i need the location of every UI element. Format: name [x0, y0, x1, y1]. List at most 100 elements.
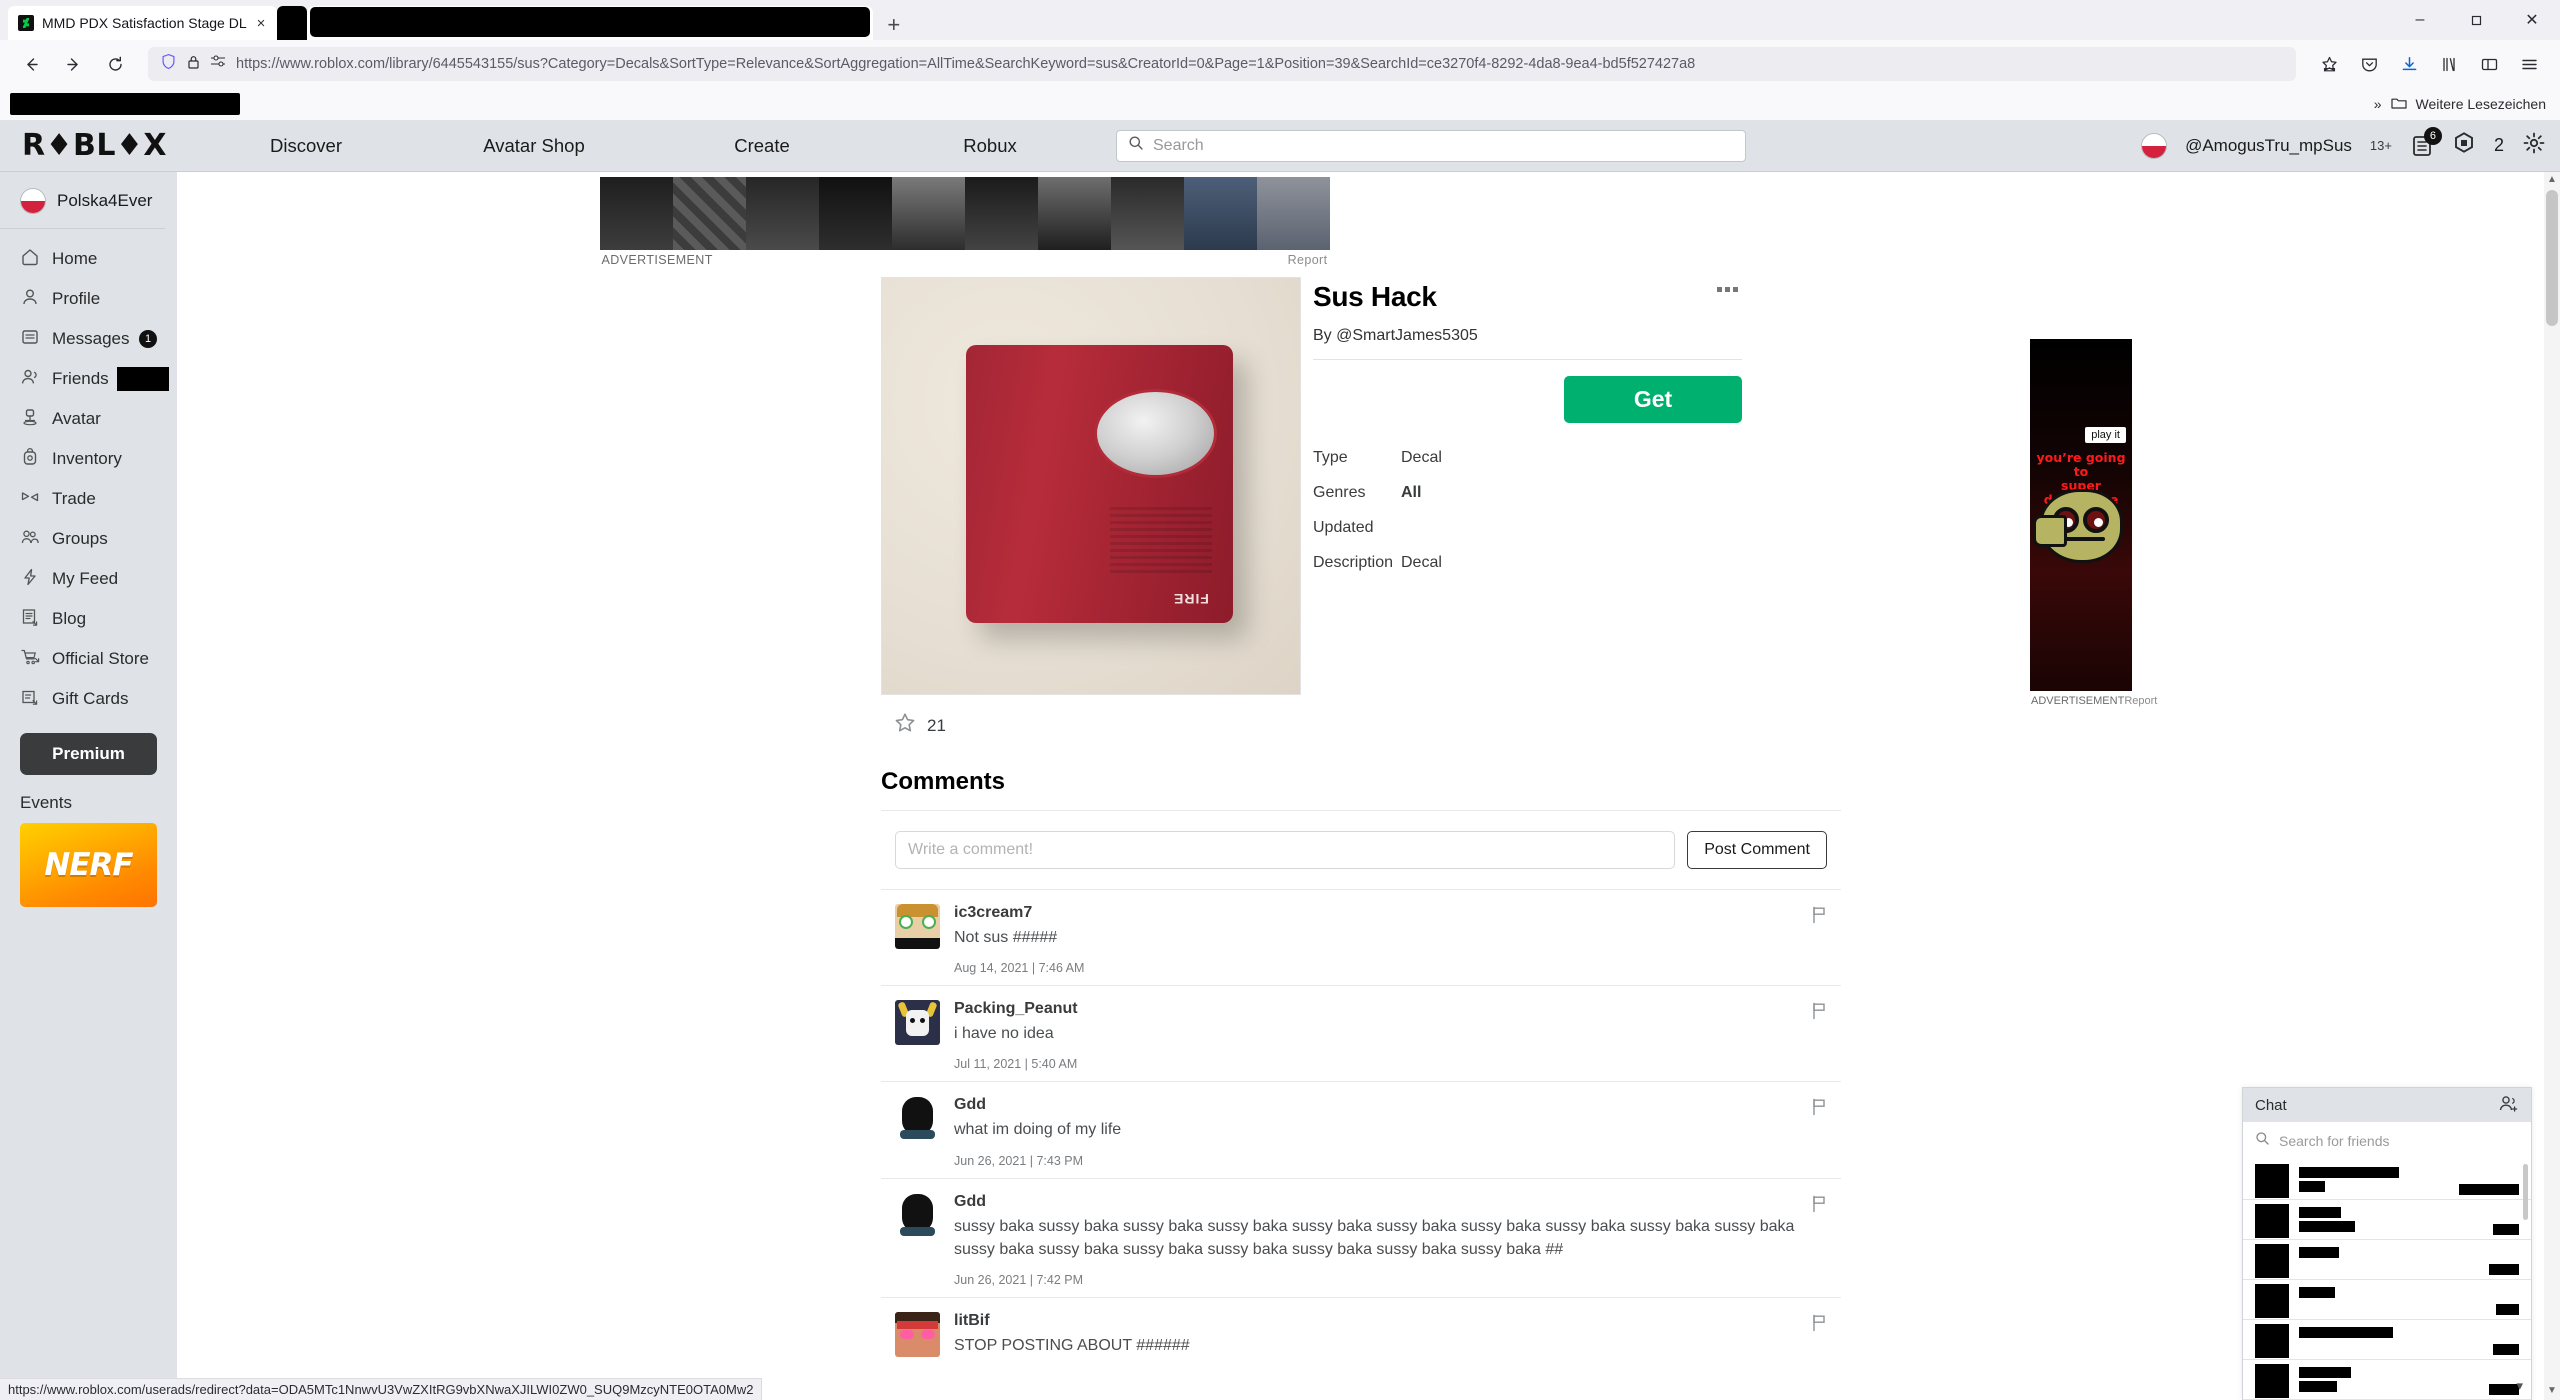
gdd-avatar[interactable] [895, 1192, 940, 1238]
scrollbar-thumb[interactable] [2546, 190, 2558, 326]
comment-author[interactable]: Packing_Peanut [954, 1000, 1827, 1018]
report-flag-icon[interactable] [1811, 1098, 1827, 1121]
nav-avatar-shop[interactable]: Avatar Shop [420, 135, 648, 157]
sidebar-item-messages[interactable]: Messages 1 [0, 319, 177, 359]
post-comment-button[interactable]: Post Comment [1687, 831, 1827, 869]
address-bar[interactable]: https://www.roblox.com/library/644554315… [148, 47, 2296, 81]
page-scrollbar[interactable]: ▲ ▼ [2544, 172, 2560, 1400]
permissions-icon[interactable] [210, 54, 227, 74]
sidebar-item-avatar[interactable]: Avatar [0, 399, 177, 439]
comment-author[interactable]: litBif [954, 1312, 1827, 1330]
sidebar-item-inventory[interactable]: Inventory [0, 439, 177, 479]
sidebar-icon[interactable] [2470, 47, 2508, 81]
advertisement-label: ADVERTISEMENT [2031, 695, 2125, 707]
reload-icon[interactable] [96, 47, 134, 81]
bookmarks-overflow[interactable]: » Weitere Lesezeichen [2374, 96, 2546, 113]
url-text: https://www.roblox.com/library/644554315… [236, 56, 1696, 72]
report-flag-icon[interactable] [1811, 1002, 1827, 1025]
chat-friend-row[interactable] [2243, 1200, 2531, 1240]
bookmark-star-icon[interactable] [2310, 47, 2348, 81]
sidebar-user[interactable]: Polska4Ever [0, 182, 165, 229]
gear-icon[interactable] [2522, 131, 2546, 160]
report-flag-icon[interactable] [1811, 906, 1827, 929]
other-bookmarks-label[interactable]: Weitere Lesezeichen [2416, 96, 2546, 112]
back-icon[interactable] [12, 47, 50, 81]
account-username[interactable]: @AmogusTru_mpSus [2185, 136, 2352, 156]
premium-button[interactable]: Premium [20, 733, 157, 775]
chat-friend-row[interactable] [2243, 1280, 2531, 1320]
item-thumbnail[interactable]: FIRE [881, 277, 1301, 695]
envelope-icon [20, 327, 40, 352]
search-input[interactable] [1153, 136, 1734, 155]
chat-friend-row[interactable] [2243, 1360, 2531, 1400]
report-ad-link[interactable]: Report [1288, 253, 1328, 267]
robux-icon[interactable] [2452, 131, 2476, 160]
forward-icon[interactable] [54, 47, 92, 81]
close-icon[interactable]: × [255, 16, 268, 31]
chevron-down-icon[interactable]: ▾ [2516, 1378, 2523, 1394]
browser-tab-active[interactable]: MMD PDX Satisfaction Stage DL × [8, 6, 278, 40]
roblox-logo[interactable]: R♦BL♦X [0, 128, 192, 163]
chat-scrollbar[interactable] [2523, 1164, 2528, 1220]
sidebar-item-gift-cards[interactable]: Gift Cards [0, 679, 177, 719]
chat-search-input[interactable] [2279, 1133, 2519, 1149]
chat-search-box[interactable] [2243, 1122, 2531, 1160]
comment-author[interactable]: ic3cream7 [954, 904, 1827, 922]
report-flag-icon[interactable] [1811, 1195, 1827, 1218]
close-window-button[interactable]: ✕ [2504, 0, 2560, 40]
top-ad-image[interactable] [599, 177, 1330, 250]
sidebar-item-home[interactable]: Home [0, 239, 177, 279]
sidebar-item-profile[interactable]: Profile [0, 279, 177, 319]
comment-input[interactable] [895, 831, 1676, 869]
packing-peanut-avatar[interactable] [895, 1000, 940, 1046]
rail-ad-image[interactable]: play it you’re going to super doomspire [2030, 339, 2132, 691]
chat-friend-row[interactable] [2243, 1240, 2531, 1280]
backpack-icon [20, 447, 40, 472]
roblox-search-box[interactable] [1116, 129, 1746, 162]
gdd-avatar[interactable] [895, 1096, 940, 1142]
creator-name[interactable]: @SmartJames5305 [1336, 327, 1478, 344]
nav-robux[interactable]: Robux [876, 135, 1104, 157]
play-it-button[interactable]: play it [2085, 427, 2126, 443]
scroll-up-arrow[interactable]: ▲ [2544, 174, 2560, 185]
shield-icon[interactable] [160, 53, 177, 75]
ic3cream7-avatar[interactable] [895, 904, 940, 949]
poland-flag-avatar[interactable] [2141, 132, 2168, 159]
star-icon[interactable] [893, 711, 917, 740]
sidebar-item-trade[interactable]: Trade [0, 479, 177, 519]
downloads-icon[interactable] [2390, 47, 2428, 81]
messages-icon[interactable]: 6 [2410, 126, 2442, 158]
sidebar-item-my-feed[interactable]: My Feed [0, 559, 177, 599]
nav-discover[interactable]: Discover [192, 135, 420, 157]
new-tab-button[interactable]: + [873, 14, 914, 40]
sidebar-item-official-store[interactable]: Official Store [0, 639, 177, 679]
add-friend-icon[interactable] [2499, 1094, 2519, 1117]
maximize-button[interactable] [2448, 0, 2504, 40]
sidebar-item-groups[interactable]: Groups [0, 519, 177, 559]
nav-create[interactable]: Create [648, 135, 876, 157]
comment-text: i have no idea [954, 1025, 1054, 1043]
browser-tab-redacted[interactable] [307, 6, 874, 40]
sidebar-item-friends[interactable]: Friends [0, 359, 177, 399]
comment-author[interactable]: Gdd [954, 1096, 1827, 1114]
chat-header[interactable]: Chat [2243, 1088, 2531, 1122]
report-ad-link[interactable]: Report [2124, 695, 2157, 707]
ad-garment [672, 177, 746, 250]
get-button[interactable]: Get [1564, 376, 1742, 423]
nerf-event-ad[interactable]: NERF [20, 823, 157, 907]
sidebar-item-blog[interactable]: Blog [0, 599, 177, 639]
chat-friend-row[interactable] [2243, 1160, 2531, 1200]
chat-friend-row[interactable] [2243, 1320, 2531, 1360]
roblox-header: R♦BL♦X Discover Avatar Shop Create Robux… [0, 120, 2560, 172]
minimize-button[interactable]: – [2392, 0, 2448, 40]
lock-icon[interactable] [186, 54, 201, 75]
library-icon[interactable] [2430, 47, 2468, 81]
menu-icon[interactable] [2510, 47, 2548, 81]
overflow-chevron-icon[interactable]: » [2374, 96, 2382, 112]
more-options-icon[interactable] [1717, 287, 1738, 292]
report-flag-icon[interactable] [1811, 1314, 1827, 1337]
comment-author[interactable]: Gdd [954, 1193, 1827, 1211]
pocket-icon[interactable] [2350, 47, 2388, 81]
litbif-avatar[interactable] [895, 1311, 940, 1357]
scroll-down-arrow[interactable]: ▼ [2544, 1385, 2560, 1396]
